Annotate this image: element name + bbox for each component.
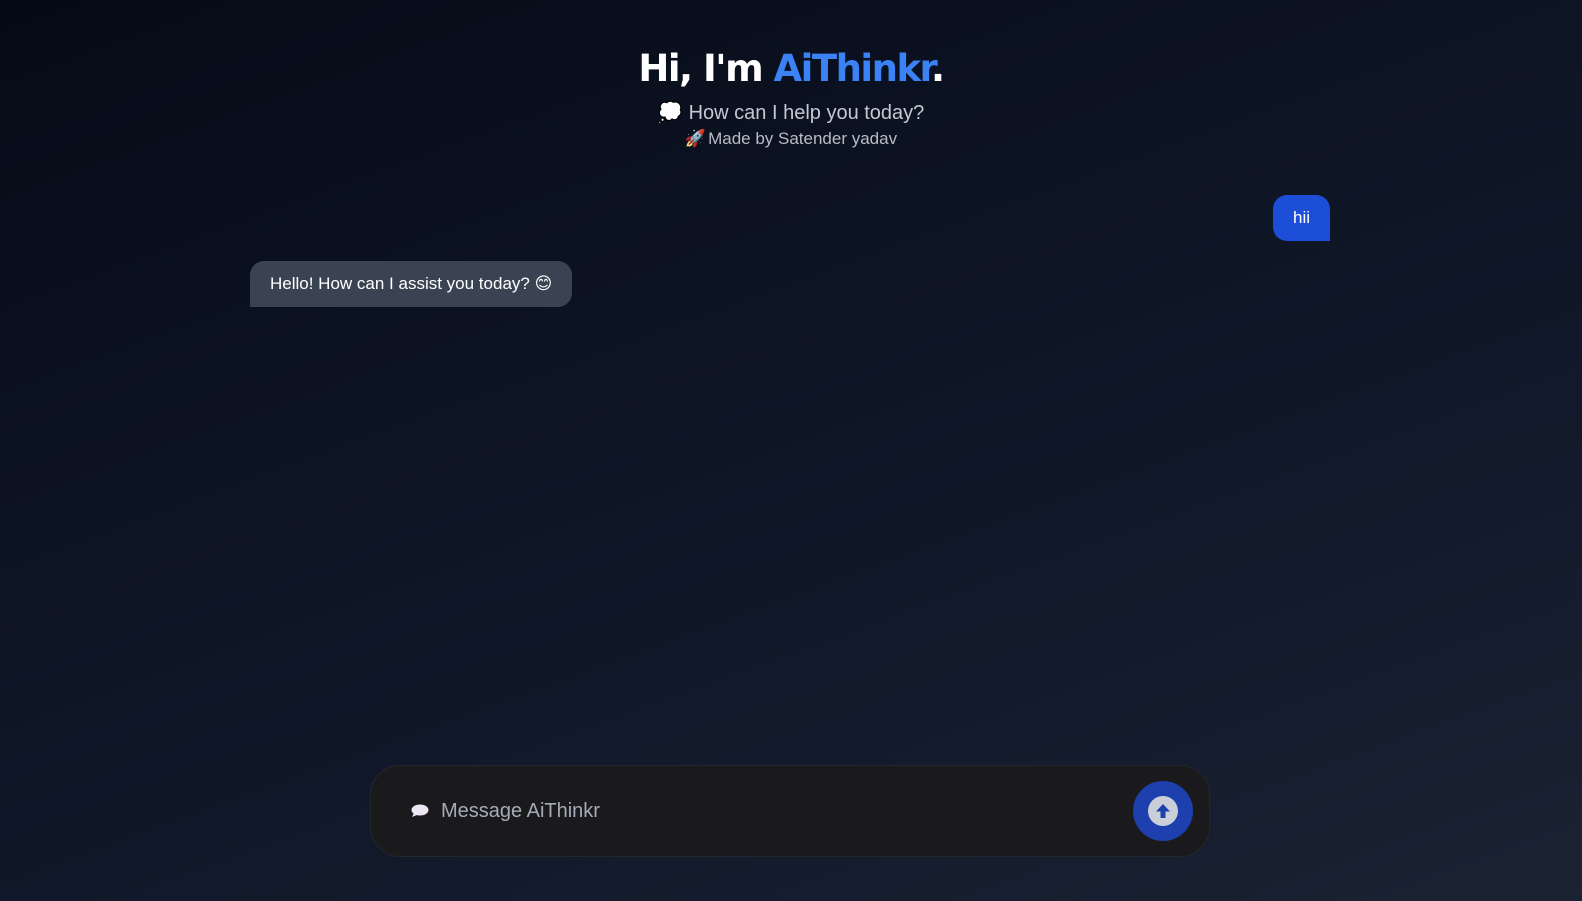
message-composer xyxy=(370,765,1210,857)
title-suffix: . xyxy=(931,47,945,90)
credit-text: Made by Satender yadav xyxy=(708,129,898,148)
title-prefix: Hi, I'm xyxy=(638,47,774,90)
credit: 🚀 Made by Satender yadav xyxy=(0,128,1582,150)
brand-name: AiThinkr xyxy=(773,47,933,90)
thought-bubble-icon: 💭 xyxy=(657,102,683,124)
arrow-up-icon xyxy=(1148,796,1178,826)
header: Hi, I'm AiThinkr. 💭 How can I help you to… xyxy=(0,46,1582,150)
subtitle: 💭 How can I help you today? xyxy=(0,100,1582,126)
subtitle-text: How can I help you today? xyxy=(688,102,925,124)
message-row-user: hii xyxy=(250,195,1330,241)
speech-bubble-icon xyxy=(411,804,429,818)
page-title: Hi, I'm AiThinkr. xyxy=(0,46,1582,92)
smile-emoji-icon: 😊 xyxy=(534,274,553,293)
user-message-bubble: hii xyxy=(1272,195,1330,241)
rocket-icon: 🚀 xyxy=(684,129,707,148)
chat-thread: hii Hello! How can I assist you today? 😊 xyxy=(250,195,1330,307)
message-input[interactable] xyxy=(439,798,1133,824)
send-button[interactable] xyxy=(1133,781,1193,841)
bot-message-text: Hello! How can I assist you today? xyxy=(270,274,530,293)
bot-message-bubble: Hello! How can I assist you today? 😊 xyxy=(250,261,573,307)
message-row-bot: Hello! How can I assist you today? 😊 xyxy=(250,261,1330,307)
